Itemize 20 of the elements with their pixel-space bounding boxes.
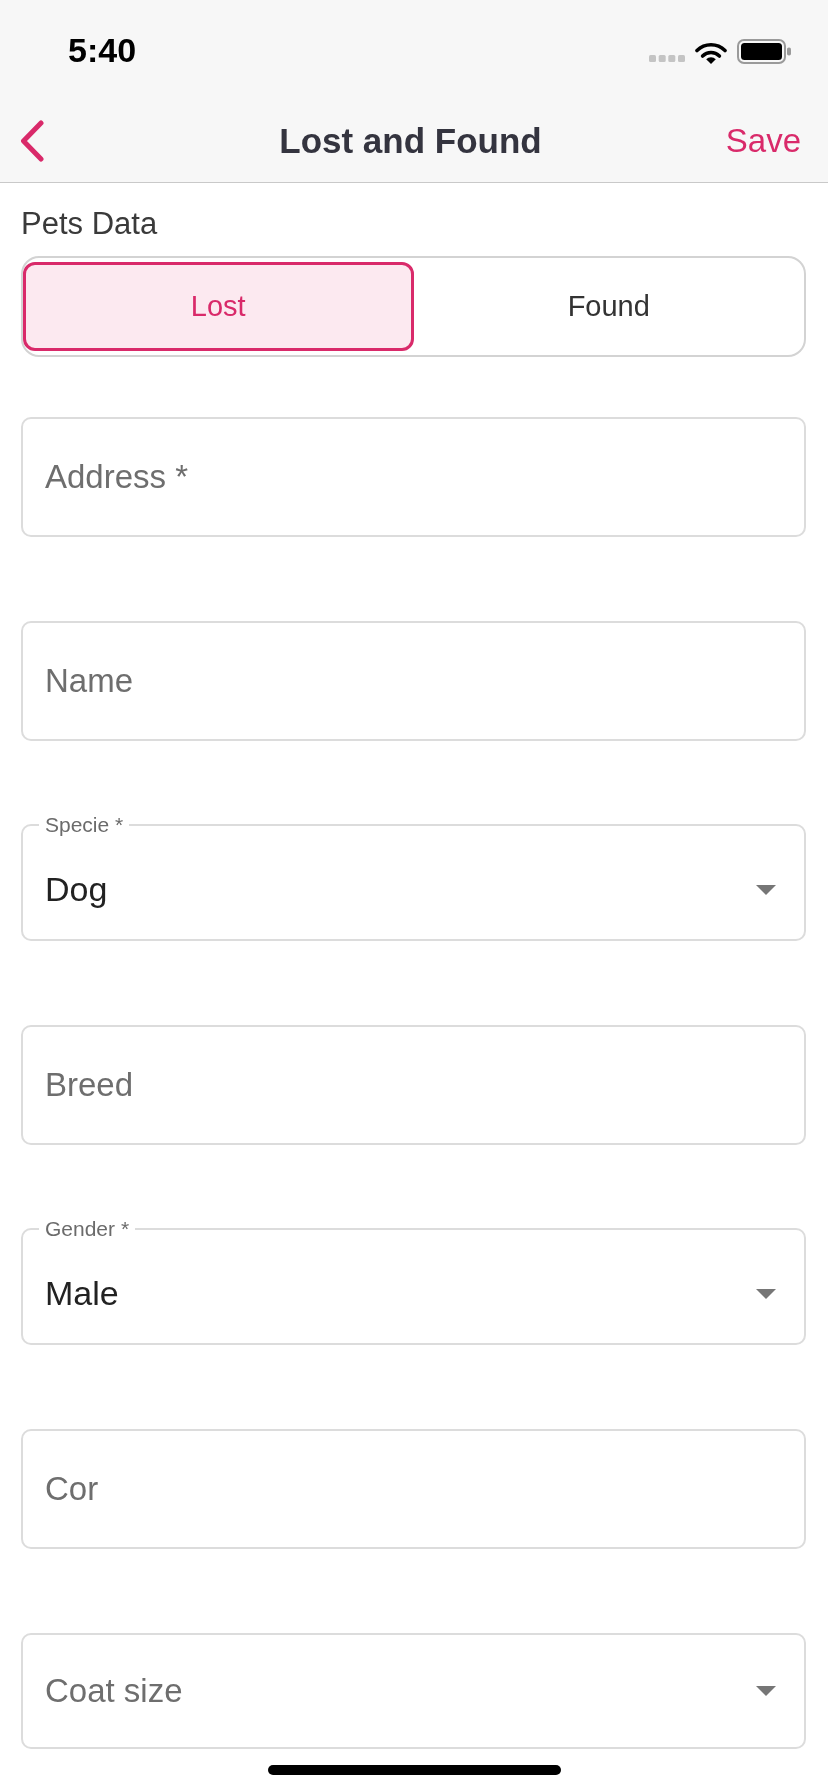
input-field[interactable]: Cor	[21, 1429, 806, 1549]
caret-icon	[756, 884, 776, 895]
input-field[interactable]: Name	[21, 621, 806, 741]
signal-icon	[649, 54, 685, 62]
dropdown-field[interactable]: Coat size	[21, 1633, 806, 1749]
section-title: Pets Data	[21, 206, 159, 242]
segment-tab[interactable]: Lost	[23, 262, 414, 351]
save-button[interactable]: Save	[725, 122, 801, 160]
input-field[interactable]: Breed	[21, 1025, 806, 1145]
input-field[interactable]: Address *	[21, 417, 806, 537]
caret-icon	[756, 1686, 776, 1696]
screen-title: Lost and Found	[279, 121, 542, 161]
dropdown-field[interactable]: Gender * Male	[21, 1218, 806, 1345]
caret-icon	[756, 1288, 776, 1299]
segment-tab[interactable]: Found	[413, 262, 804, 351]
back-icon[interactable]	[20, 120, 44, 162]
wifi-icon	[695, 41, 727, 64]
status-time: 5:40	[68, 30, 137, 70]
battery-icon	[737, 38, 791, 64]
dropdown-field[interactable]: Specie * Dog	[21, 814, 806, 941]
